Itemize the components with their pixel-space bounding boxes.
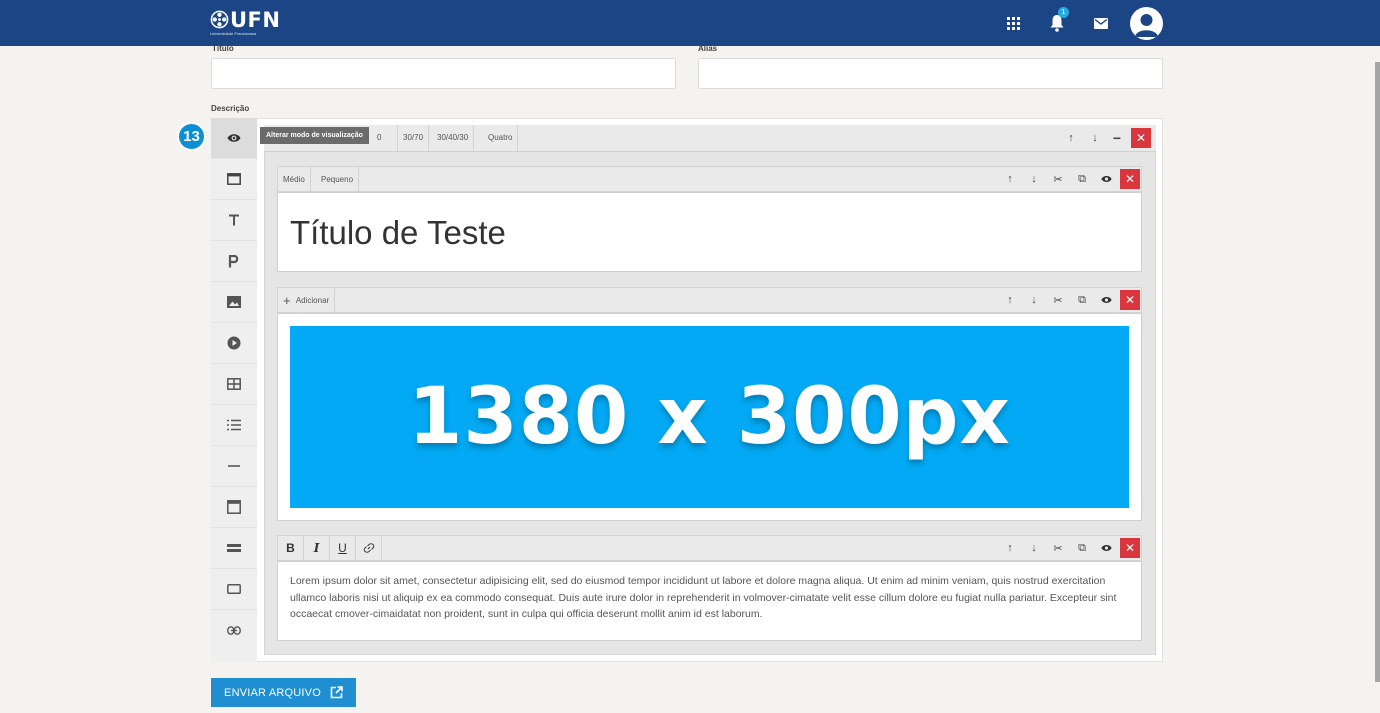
table-icon[interactable] <box>211 364 257 405</box>
alias-input[interactable] <box>698 58 1163 89</box>
divider-icon[interactable] <box>211 446 257 487</box>
avatar-icon[interactable] <box>1130 7 1163 40</box>
paragraph-icon[interactable] <box>211 241 257 282</box>
layout-option-hidden[interactable]: 0 <box>372 125 398 151</box>
close-icon[interactable]: ✕ <box>1120 169 1140 189</box>
arrow-down-icon[interactable]: ↓ <box>1024 538 1044 558</box>
underline-button[interactable]: U <box>330 536 356 560</box>
scissors-icon[interactable]: ✂ <box>1048 290 1068 310</box>
enviar-arquivo-button[interactable]: ENVIAR ARQUIVO <box>211 678 356 707</box>
logo-subtitle: Universidade Franciscana <box>210 31 257 36</box>
paragraph-block-toolbar: B I U ↑ ↓ ✂ ⧉ ✕ <box>277 535 1142 561</box>
titulo-input[interactable] <box>211 58 676 89</box>
link-icon[interactable] <box>211 610 257 651</box>
tooltip: Alterar modo de visualização <box>260 127 369 144</box>
eye-icon[interactable] <box>211 118 257 159</box>
close-icon[interactable]: ✕ <box>1120 538 1140 558</box>
notification-badge: 1 <box>1058 7 1069 18</box>
mail-icon[interactable] <box>1088 10 1114 36</box>
apps-icon[interactable] <box>1000 10 1026 36</box>
window-icon[interactable] <box>211 159 257 200</box>
close-icon[interactable]: ✕ <box>1131 128 1151 148</box>
layout-quatro[interactable]: Quatro <box>483 125 519 151</box>
add-label: Adicionar <box>295 296 330 306</box>
copy-icon[interactable]: ⧉ <box>1072 169 1092 189</box>
step-badge: 13 <box>177 122 206 151</box>
copy-icon[interactable]: ⧉ <box>1072 290 1092 310</box>
external-link-icon <box>330 686 343 699</box>
eye-icon[interactable] <box>1096 290 1116 310</box>
size-medio[interactable]: Médio <box>278 167 311 193</box>
scissors-icon[interactable]: ✂ <box>1048 169 1068 189</box>
paragraph-text[interactable]: Lorem ipsum dolor sit amet, consectetur … <box>290 573 1130 623</box>
arrow-down-icon[interactable]: ↓ <box>1024 290 1044 310</box>
video-icon[interactable] <box>211 323 257 364</box>
banner-text: 1380 x 300px <box>408 372 1011 462</box>
emblem-icon <box>210 10 229 29</box>
layout-30-70[interactable]: 30/70 <box>398 125 430 151</box>
layout-30-40-30[interactable]: 30/40/30 <box>432 125 475 151</box>
arrow-up-icon[interactable]: ↑ <box>1061 128 1081 148</box>
element-toolbar <box>211 118 257 662</box>
arrow-down-icon[interactable]: ↓ <box>1024 169 1044 189</box>
size-pequeno[interactable]: Pequeno <box>316 167 360 193</box>
title-icon[interactable] <box>211 200 257 241</box>
title-block-toolbar: Médio Pequeno ↑ ↓ ✂ ⧉ ✕ <box>277 166 1142 193</box>
arrow-down-icon[interactable]: ↓ <box>1085 128 1105 148</box>
titulo-label: Título <box>212 44 234 53</box>
bold-button[interactable]: B <box>278 536 304 560</box>
descricao-label: Descrição <box>211 104 250 113</box>
box-icon[interactable] <box>211 487 257 528</box>
row-toolbar: 0 30/70 30/40/30 Quatro ↑ ↓ − ✕ <box>264 125 1156 152</box>
close-icon[interactable]: ✕ <box>1120 290 1140 310</box>
copy-icon[interactable]: ⧉ <box>1072 538 1092 558</box>
image-icon[interactable] <box>211 282 257 323</box>
top-navbar: UFN Universidade Franciscana 1 <box>0 0 1380 46</box>
alias-label: Alias <box>698 44 718 53</box>
bar-icon[interactable] <box>211 528 257 569</box>
add-button[interactable]: + Adicionar <box>278 288 336 314</box>
arrow-up-icon[interactable]: ↑ <box>1000 169 1020 189</box>
title-text[interactable]: Título de Teste <box>290 214 506 252</box>
scrollbar-thumb[interactable] <box>1375 62 1380 682</box>
button-icon[interactable] <box>211 569 257 610</box>
arrow-up-icon[interactable]: ↑ <box>1000 290 1020 310</box>
eye-icon[interactable] <box>1096 169 1116 189</box>
minimize-icon[interactable]: − <box>1107 128 1127 148</box>
arrow-up-icon[interactable]: ↑ <box>1000 538 1020 558</box>
link-icon[interactable] <box>356 536 382 560</box>
plus-icon: + <box>283 293 291 308</box>
scissors-icon[interactable]: ✂ <box>1048 538 1068 558</box>
submit-label: ENVIAR ARQUIVO <box>224 686 321 699</box>
image-block-toolbar: + Adicionar ↑ ↓ ✂ ⧉ ✕ <box>277 287 1142 314</box>
banner-image[interactable]: 1380 x 300px <box>290 326 1129 508</box>
eye-icon[interactable] <box>1096 538 1116 558</box>
logo-text: UFN <box>230 8 281 32</box>
list-icon[interactable] <box>211 405 257 446</box>
italic-button[interactable]: I <box>304 536 330 560</box>
